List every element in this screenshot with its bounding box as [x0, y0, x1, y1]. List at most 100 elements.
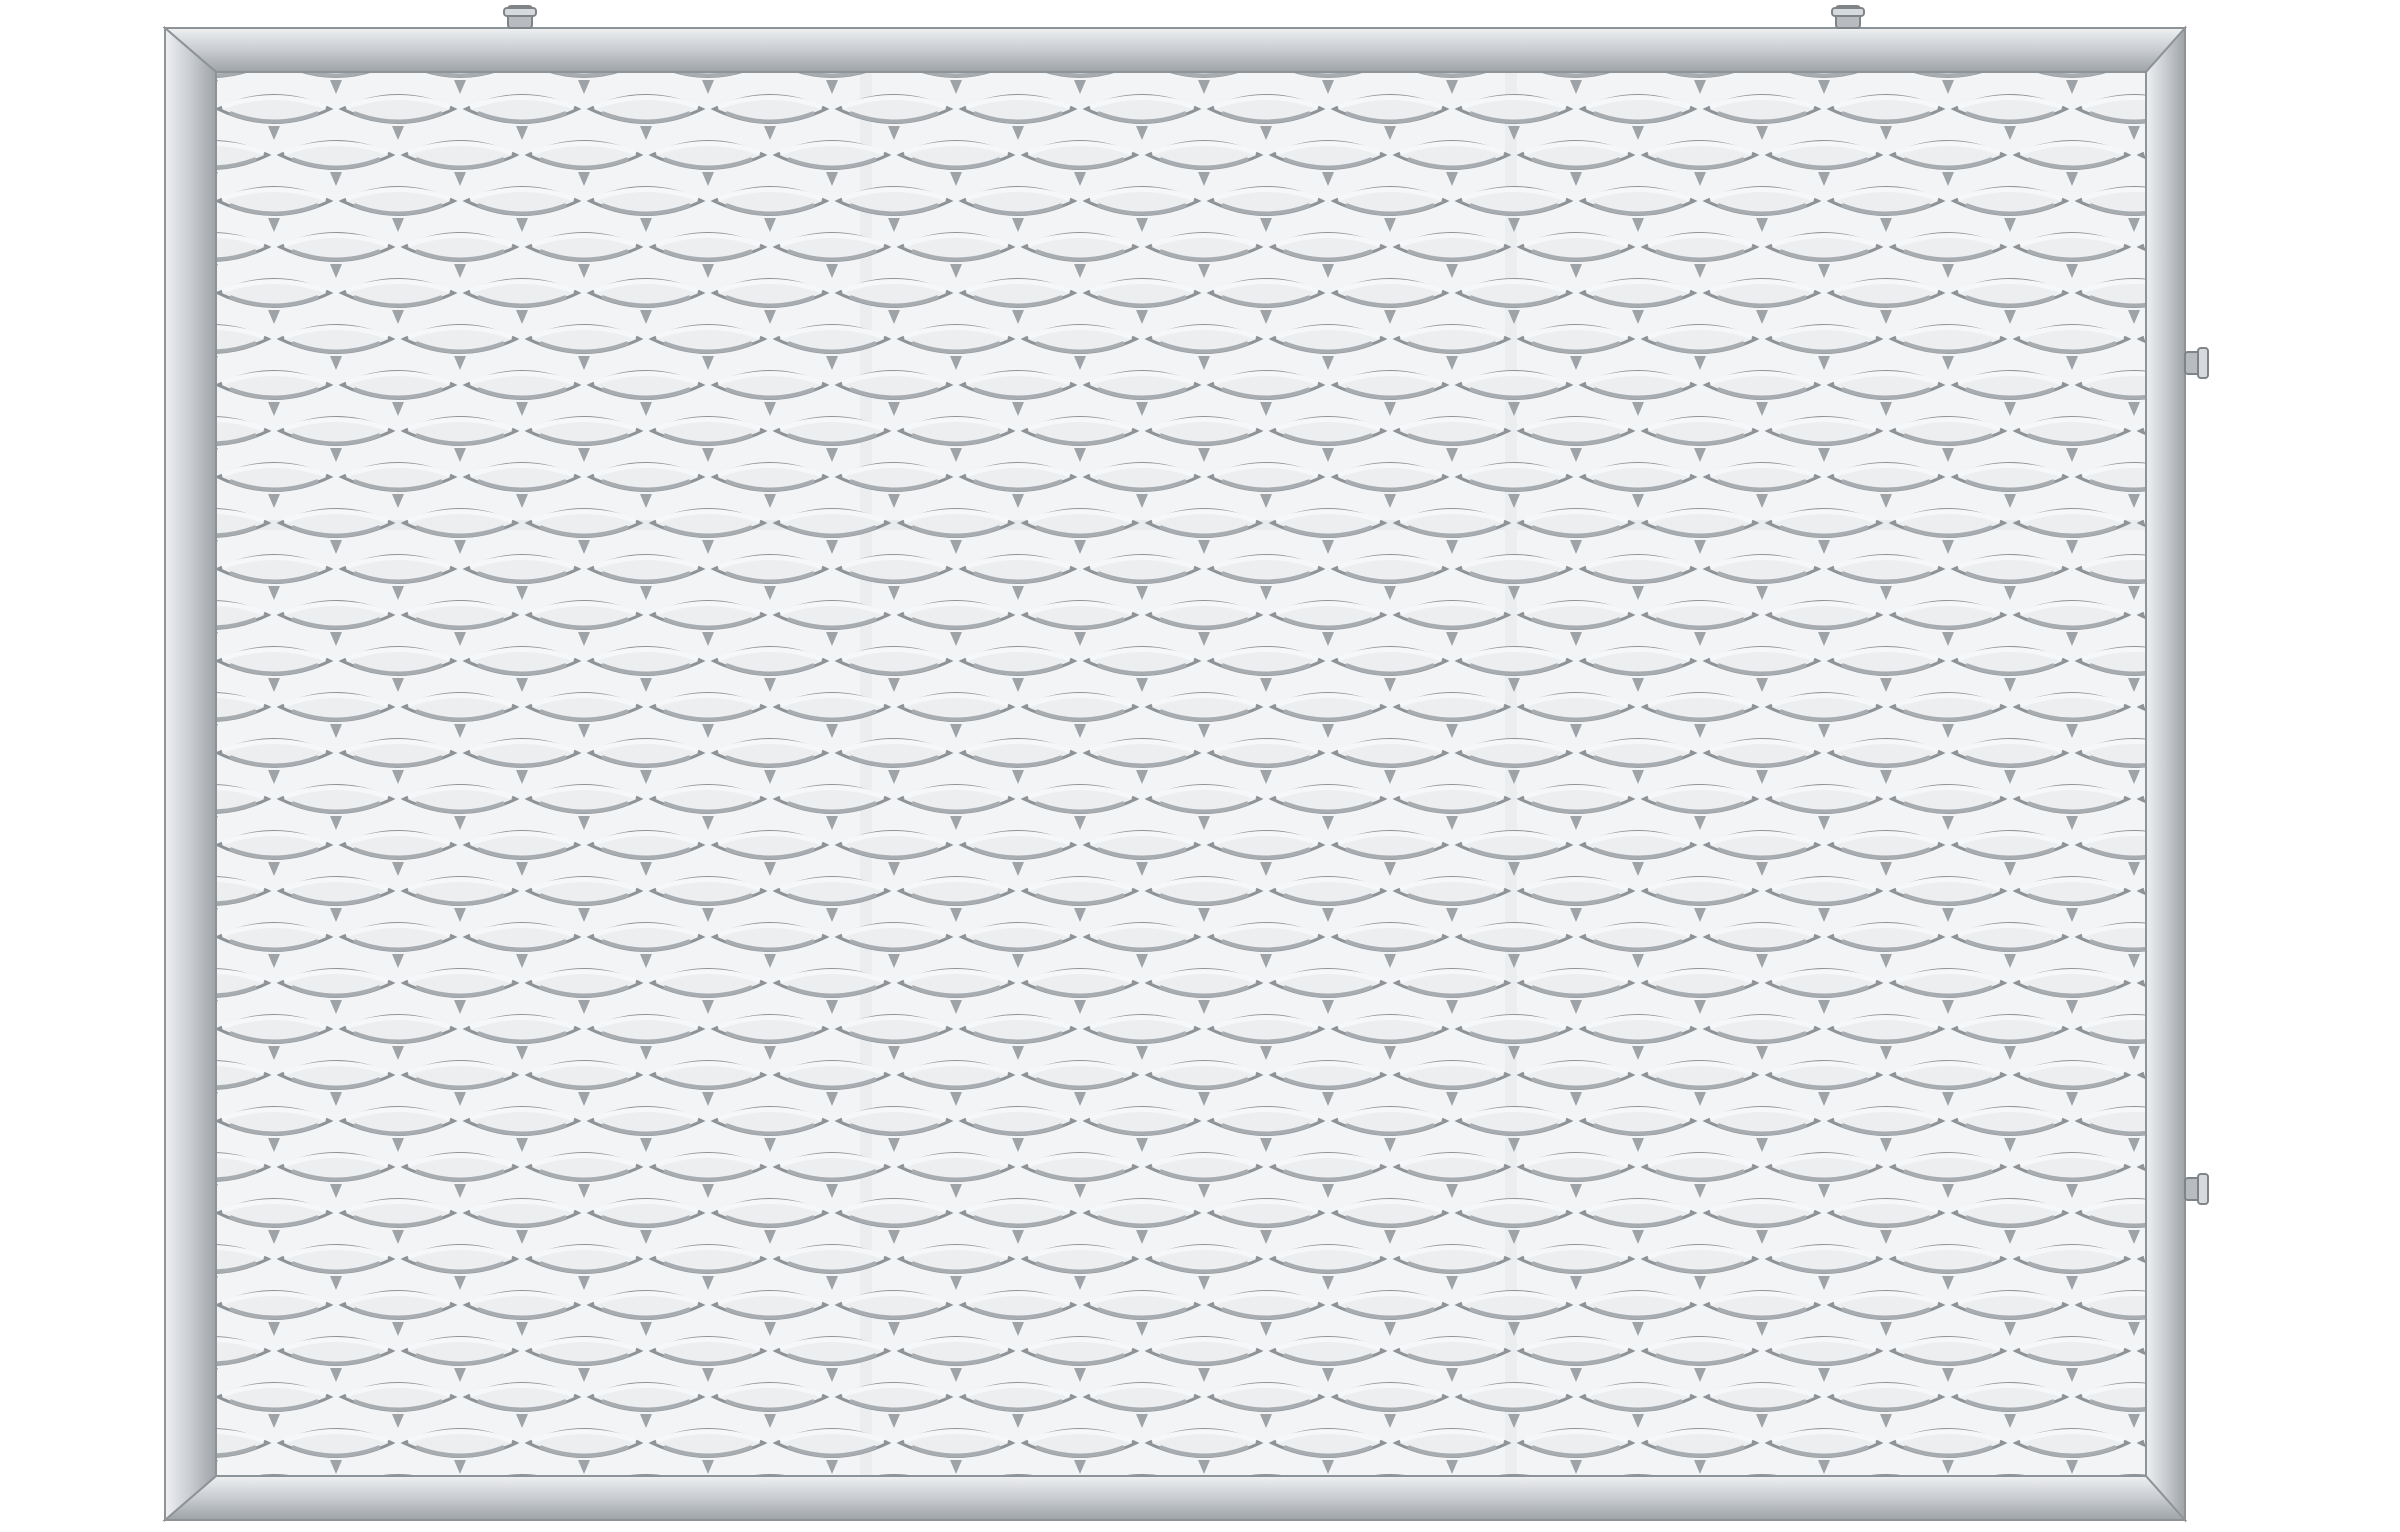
mesh-bond-node	[2252, 310, 2264, 324]
mesh-opening	[32, 142, 144, 169]
mesh-strand-shadow	[44, 527, 132, 536]
mesh-strand-shadow	[2214, 573, 2302, 582]
mesh-bond-node	[2252, 494, 2264, 508]
mesh-opening	[32, 234, 144, 261]
mesh-bond-node	[144, 586, 156, 600]
mesh-bond-node	[2190, 1000, 2202, 1014]
mesh-strand-highlight	[36, 144, 140, 154]
mesh-bond-node	[82, 816, 94, 830]
mesh-bond-node	[144, 494, 156, 508]
mesh-opening	[2202, 740, 2314, 767]
bolt-icon	[503, 5, 537, 29]
mesh-strand-highlight	[2206, 1478, 2310, 1488]
mesh-bond-node	[82, 1460, 94, 1474]
mesh-opening	[2202, 1476, 2314, 1503]
mesh-bond-node	[144, 218, 156, 232]
mesh-strand-shadow	[44, 1079, 132, 1088]
mesh-strand-shadow	[44, 159, 132, 168]
mesh-strand-shadow	[2214, 849, 2302, 858]
mesh-opening	[2202, 832, 2314, 859]
mesh-opening	[32, 326, 144, 353]
mesh-bond-node	[2190, 1092, 2202, 1106]
mesh-strand-highlight	[2206, 374, 2310, 384]
mesh-bond-node	[144, 1322, 156, 1336]
mesh-bond-node	[144, 1230, 156, 1244]
photo-canvas	[0, 0, 2400, 1532]
mesh-bond-node	[2190, 448, 2202, 462]
mesh-bond-node	[144, 678, 156, 692]
mesh-strand-highlight	[2206, 1294, 2310, 1304]
mesh-bond-node	[144, 1046, 156, 1060]
expanded-metal-panel-illustration	[32, 5, 2314, 1523]
mesh-strand-highlight	[36, 696, 140, 706]
mesh-strand-shadow	[44, 987, 132, 996]
mesh-opening	[32, 1154, 144, 1181]
mesh-strand-highlight	[2206, 282, 2310, 292]
mesh-opening	[2202, 280, 2314, 307]
mesh-bond-node	[2252, 1506, 2264, 1520]
mesh-opening	[32, 1338, 144, 1365]
mesh-bond-node	[2252, 862, 2264, 876]
mesh-opening	[32, 786, 144, 813]
mesh-strand-highlight	[36, 1064, 140, 1074]
mesh-strand-shadow	[44, 1447, 132, 1456]
bolt-icon	[2184, 1173, 2209, 1205]
mesh-bond-node	[2252, 678, 2264, 692]
mesh-opening	[32, 602, 144, 629]
mesh-strand-shadow	[2214, 665, 2302, 674]
mesh-strand-highlight	[36, 52, 140, 62]
mesh-strand-shadow	[44, 803, 132, 812]
mesh-bond-node	[144, 402, 156, 416]
mesh-strand-highlight	[2206, 558, 2310, 568]
mesh-bond-node	[2252, 770, 2264, 784]
mesh-opening	[32, 1246, 144, 1273]
mesh-bond-node	[2252, 402, 2264, 416]
mesh-bond-node	[2190, 540, 2202, 554]
mesh-strand-highlight	[2206, 926, 2310, 936]
mesh-opening	[2202, 1292, 2314, 1319]
mesh-bond-node	[2190, 908, 2202, 922]
mesh-bond-node	[2190, 1368, 2202, 1382]
mesh-strand-shadow	[44, 619, 132, 628]
mesh-strand-highlight	[2206, 466, 2310, 476]
mesh-bond-node	[144, 126, 156, 140]
mesh-opening	[32, 1062, 144, 1089]
mesh-strand-highlight	[36, 880, 140, 890]
mesh-bond-node	[144, 770, 156, 784]
mesh-strand-shadow	[44, 711, 132, 720]
mesh-bond-node	[82, 264, 94, 278]
mesh-strand-highlight	[2206, 1110, 2310, 1120]
mesh-bond-node	[2252, 1046, 2264, 1060]
mesh-strand-shadow	[2214, 113, 2302, 122]
mesh-strand-shadow	[2214, 1033, 2302, 1042]
mesh-strand-highlight	[36, 1156, 140, 1166]
mesh-bond-node	[2190, 1276, 2202, 1290]
mesh-opening	[2202, 1108, 2314, 1135]
mesh-strand-highlight	[2206, 1386, 2310, 1396]
mesh-opening	[32, 1430, 144, 1457]
mesh-opening	[2202, 464, 2314, 491]
mesh-bond-node	[82, 448, 94, 462]
mesh-strand-highlight	[36, 1340, 140, 1350]
mesh-bond-node	[144, 310, 156, 324]
mesh-opening	[2202, 1200, 2314, 1227]
mesh-bond-node	[2190, 816, 2202, 830]
mesh-bond-node	[2190, 1460, 2202, 1474]
mesh-bond-node	[2190, 632, 2202, 646]
mesh-opening	[2202, 1016, 2314, 1043]
mesh-bond-node	[2190, 264, 2202, 278]
mesh-strand-highlight	[36, 1248, 140, 1258]
mesh-bond-node	[82, 908, 94, 922]
mesh-bond-node	[2190, 724, 2202, 738]
mesh-strand-highlight	[36, 972, 140, 982]
mesh-opening	[32, 50, 144, 77]
mesh-strand-shadow	[2214, 1493, 2302, 1502]
mesh-bond-node	[2190, 172, 2202, 186]
mesh-bond-node	[82, 356, 94, 370]
mesh-strand-highlight	[2206, 834, 2310, 844]
mesh-strand-shadow	[44, 251, 132, 260]
mesh-bond-node	[144, 1138, 156, 1152]
mesh-bond-node	[2252, 126, 2264, 140]
mesh-bond-node	[2252, 1230, 2264, 1244]
mesh-strand-highlight	[36, 788, 140, 798]
